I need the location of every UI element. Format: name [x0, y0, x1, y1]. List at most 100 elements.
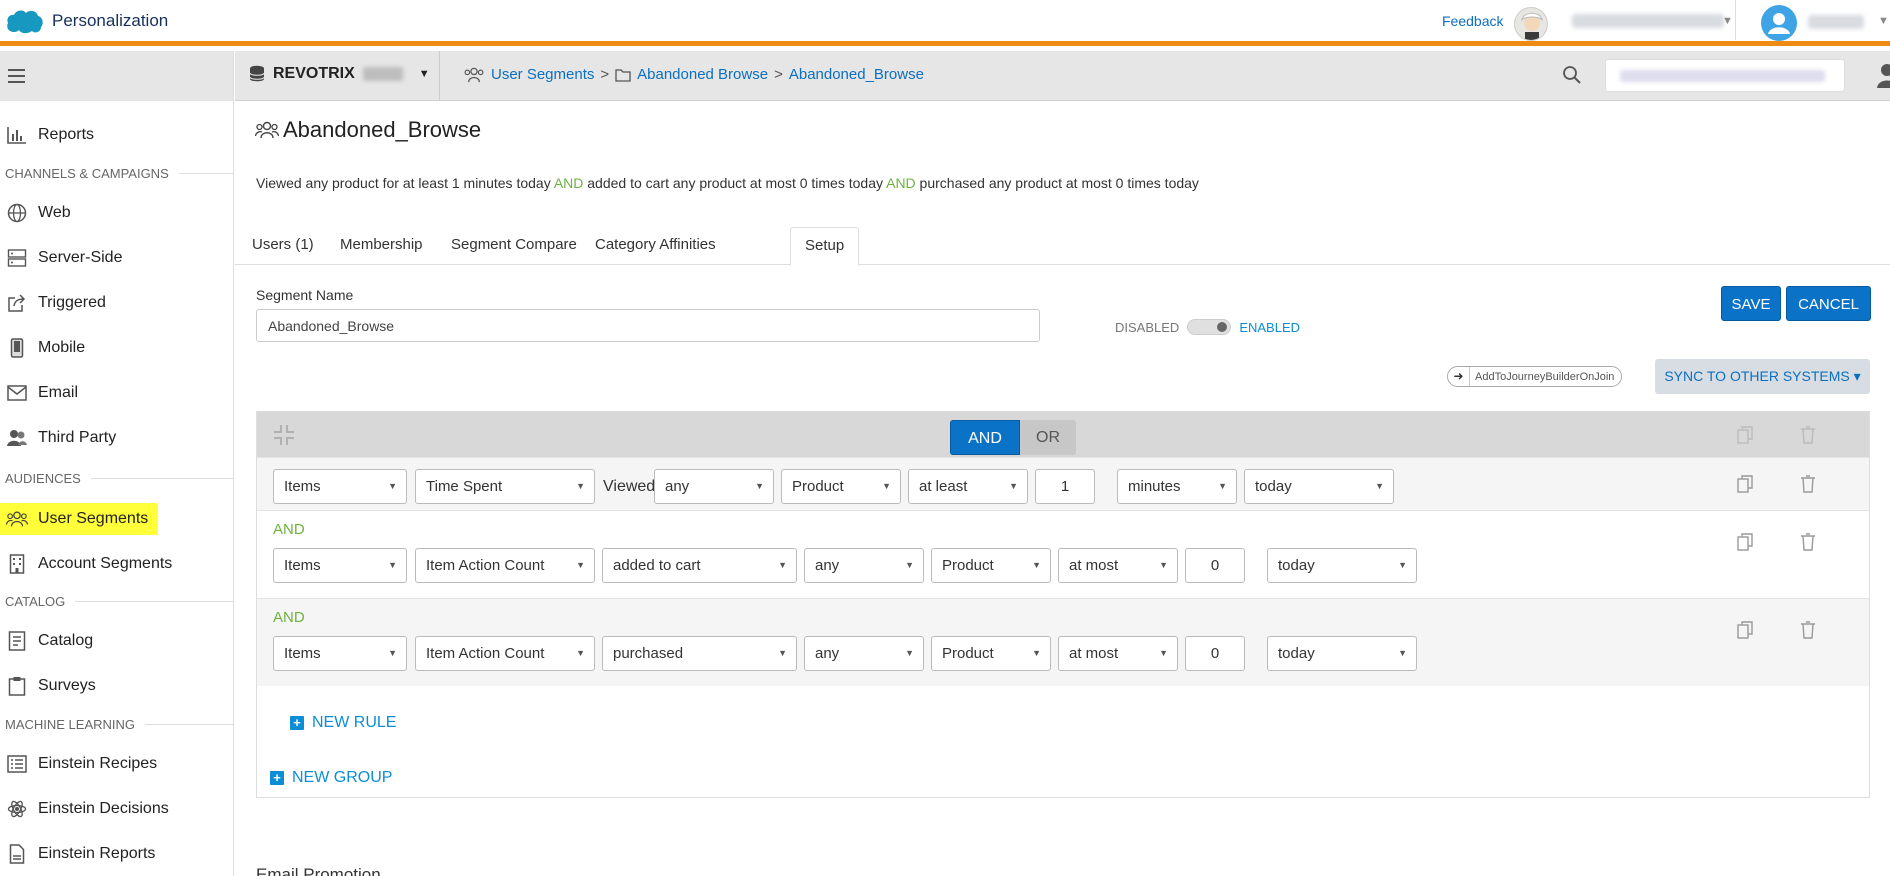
rule-action-value: purchased: [613, 645, 684, 662]
rule-period-select[interactable]: today ▼: [1244, 469, 1394, 504]
sidebar-item-user-segments[interactable]: User Segments: [0, 503, 159, 535]
rule-comparator-select[interactable]: at least ▼: [908, 469, 1028, 504]
plus-icon: +: [270, 771, 284, 785]
copy-icon[interactable]: [1737, 533, 1753, 551]
sidebar-item-mobile[interactable]: Mobile: [0, 330, 85, 366]
chevron-down-icon: ▼: [576, 560, 585, 570]
user-name[interactable]: [1808, 15, 1864, 29]
chevron-down-icon: ▼: [388, 648, 397, 658]
tab-segment-compare[interactable]: Segment Compare: [437, 227, 591, 265]
plus-icon: +: [290, 716, 304, 730]
rule-metric-select[interactable]: Time Spent ▼: [415, 469, 595, 504]
rule-comparator-select[interactable]: at most ▼: [1058, 636, 1178, 671]
tab-users[interactable]: Users (1): [238, 227, 328, 265]
sidebar-item-web[interactable]: Web: [0, 195, 71, 231]
sidebar-item-triggered[interactable]: Triggered: [0, 285, 106, 321]
rule-action-select[interactable]: added to cart ▼: [602, 548, 797, 583]
sidebar-item-server-side[interactable]: Server-Side: [0, 240, 122, 276]
enabled-toggle[interactable]: [1187, 319, 1232, 335]
rule-period-value: today: [1255, 478, 1292, 495]
tab-setup[interactable]: Setup: [790, 227, 860, 266]
sidebar-item-catalog[interactable]: Catalog: [0, 623, 93, 659]
divider: [439, 51, 440, 101]
rule-period-select[interactable]: today ▼: [1267, 636, 1417, 671]
rule-type-select[interactable]: Items ▼: [273, 548, 407, 583]
sidebar-item-einstein-reports[interactable]: Einstein Reports: [0, 836, 155, 872]
and-button[interactable]: AND: [950, 420, 1020, 455]
cancel-button[interactable]: CANCEL: [1786, 286, 1871, 321]
copy-icon[interactable]: [1737, 426, 1753, 444]
date-range-input[interactable]: [1605, 59, 1845, 92]
rule-action-select[interactable]: purchased ▼: [602, 636, 797, 671]
rule-metric-select[interactable]: Item Action Count ▼: [415, 636, 595, 671]
summary-operator: AND: [886, 175, 916, 191]
chevron-down-icon: ▼: [576, 481, 585, 491]
trash-icon[interactable]: [1800, 621, 1816, 639]
rule-period-value: today: [1278, 645, 1315, 662]
tab-category-affinities[interactable]: Category Affinities: [581, 227, 730, 265]
rule-target-select[interactable]: Product ▼: [781, 469, 901, 504]
email-promotion-heading: Email Promotion: [256, 865, 381, 876]
rule-metric-select[interactable]: Item Action Count ▼: [415, 548, 595, 583]
new-group-button[interactable]: + NEW GROUP: [270, 769, 392, 787]
rule-value-input[interactable]: 0: [1185, 636, 1245, 671]
rule-type-select[interactable]: Items ▼: [273, 469, 407, 504]
new-rule-button[interactable]: + NEW RULE: [290, 714, 396, 732]
database-icon: [249, 65, 265, 82]
sidebar-item-surveys[interactable]: Surveys: [0, 668, 96, 704]
sidebar-item-account-segments[interactable]: Account Segments: [0, 546, 172, 582]
save-button[interactable]: SAVE: [1721, 286, 1781, 321]
rule-value-input[interactable]: 1: [1035, 469, 1095, 504]
hamburger-menu-icon[interactable]: [8, 69, 25, 87]
segment-name-input[interactable]: Abandoned_Browse: [256, 309, 1040, 342]
breadcrumb-folder[interactable]: Abandoned Browse: [637, 66, 768, 83]
rule-qualifier-select[interactable]: any ▼: [804, 548, 924, 583]
person-icon[interactable]: [1875, 63, 1890, 89]
user-chevron-down-icon[interactable]: ▼: [1878, 15, 1889, 27]
tab-membership[interactable]: Membership: [326, 227, 437, 265]
rule-value-input[interactable]: 0: [1185, 548, 1245, 583]
org-chevron-down-icon[interactable]: ▼: [1722, 15, 1733, 27]
rule-target-select[interactable]: Product ▼: [931, 636, 1051, 671]
rule-comparator-select[interactable]: at most ▼: [1058, 548, 1178, 583]
sidebar-item-einstein-recipes[interactable]: Einstein Recipes: [0, 746, 157, 782]
search-icon[interactable]: [1562, 65, 1582, 85]
breadcrumb-user-segments[interactable]: User Segments: [491, 66, 594, 83]
sidebar-item-third-party[interactable]: Third Party: [0, 420, 116, 456]
sidebar-item-reports[interactable]: Reports: [0, 117, 94, 153]
chevron-down-icon: ▼: [905, 648, 914, 658]
trash-icon[interactable]: [1800, 426, 1816, 444]
rule-unit-select[interactable]: minutes ▼: [1117, 469, 1237, 504]
breadcrumb-current[interactable]: Abandoned_Browse: [789, 66, 924, 83]
copy-icon[interactable]: [1737, 475, 1753, 493]
rule-type-select[interactable]: Items ▼: [273, 636, 407, 671]
einstein-avatar[interactable]: [1514, 7, 1548, 41]
journey-builder-trigger[interactable]: ➜ AddToJourneyBuilderOnJoin: [1447, 366, 1623, 387]
sidebar-item-label: User Segments: [38, 510, 149, 527]
rule-qualifier-select[interactable]: any ▼: [804, 636, 924, 671]
or-button[interactable]: OR: [1020, 420, 1076, 455]
sidebar-item-einstein-decisions[interactable]: Einstein Decisions: [0, 791, 169, 827]
rule-row: Items ▼ Time Spent ▼ Viewed any ▼ Product ▼ …: [257, 457, 1869, 510]
dataset-selector[interactable]: REVOTRIX ▼: [249, 65, 430, 83]
trash-icon[interactable]: [1800, 475, 1816, 493]
sidebar-item-label: Server-Side: [38, 249, 123, 266]
tab-bar: Users (1) Membership Segment Compare Cat…: [235, 227, 1890, 266]
rule-comparator-value: at most: [1069, 557, 1119, 574]
user-avatar[interactable]: [1761, 5, 1797, 41]
summary-text: purchased any product at most 0 times to…: [915, 175, 1199, 191]
rule-target-select[interactable]: Product ▼: [931, 548, 1051, 583]
chevron-down-icon: ▼: [388, 481, 397, 491]
rule-qualifier-select[interactable]: any ▼: [654, 469, 774, 504]
rule-period-select[interactable]: today ▼: [1267, 548, 1417, 583]
brand[interactable]: Personalization: [6, 8, 168, 34]
collapse-icon[interactable]: [273, 424, 295, 446]
feedback-link[interactable]: Feedback: [1442, 13, 1503, 29]
toggle-enabled-label: ENABLED: [1239, 319, 1301, 335]
trash-icon[interactable]: [1800, 533, 1816, 551]
org-switcher[interactable]: [1572, 14, 1724, 28]
sync-to-other-systems-button[interactable]: SYNC TO OTHER SYSTEMS ▾: [1655, 359, 1870, 394]
copy-icon[interactable]: [1737, 621, 1753, 639]
sidebar-item-email[interactable]: Email: [0, 375, 78, 411]
atom-icon: [6, 798, 28, 820]
